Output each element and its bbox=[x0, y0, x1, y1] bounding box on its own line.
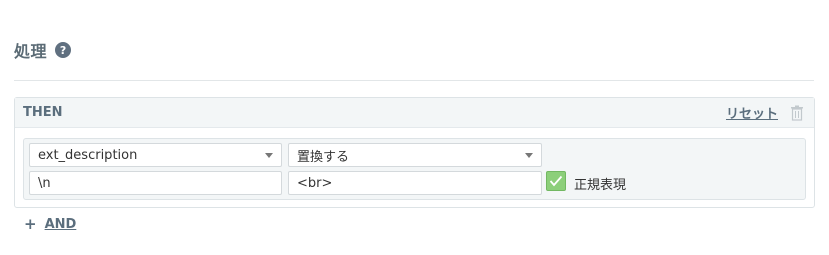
then-panel: THEN リセット ext_description 置換する \n <br> 正… bbox=[14, 97, 815, 208]
header-actions: リセット bbox=[726, 103, 804, 122]
section-title: 処理 bbox=[14, 42, 48, 61]
field-select-value: ext_description bbox=[38, 147, 138, 163]
chevron-down-icon bbox=[265, 152, 273, 158]
search-input[interactable]: \n bbox=[29, 171, 282, 195]
chevron-down-icon bbox=[525, 152, 533, 158]
plus-icon[interactable]: + bbox=[24, 215, 37, 233]
add-and-row: + AND bbox=[24, 215, 76, 233]
search-input-value: \n bbox=[38, 175, 51, 191]
replace-input-value: <br> bbox=[297, 175, 333, 191]
rule-box: ext_description 置換する \n <br> 正規表現 bbox=[23, 138, 806, 200]
action-select-value: 置換する bbox=[297, 149, 350, 165]
help-icon[interactable]: ? bbox=[55, 42, 72, 58]
field-select[interactable]: ext_description bbox=[29, 143, 282, 167]
regex-checkbox[interactable] bbox=[546, 171, 566, 191]
replace-input[interactable]: <br> bbox=[288, 171, 542, 195]
then-label: THEN bbox=[23, 105, 63, 120]
check-icon bbox=[549, 175, 563, 187]
trash-icon[interactable] bbox=[790, 105, 804, 121]
add-and-link[interactable]: AND bbox=[45, 217, 77, 232]
section-header: 処理 ? bbox=[14, 38, 72, 62]
action-select[interactable]: 置換する bbox=[288, 143, 542, 167]
regex-checkbox-label: 正規表現 bbox=[574, 178, 627, 193]
divider bbox=[14, 80, 814, 81]
then-header: THEN リセット bbox=[15, 98, 814, 128]
reset-link[interactable]: リセット bbox=[726, 103, 778, 122]
